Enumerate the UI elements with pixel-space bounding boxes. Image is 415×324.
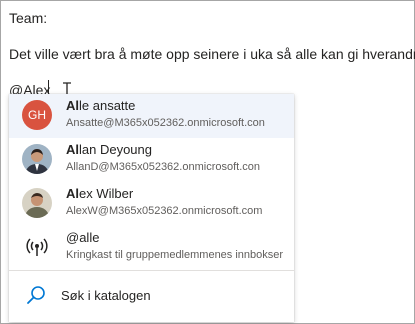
avatar (22, 144, 52, 174)
name-rest: ex Wilber (79, 186, 134, 201)
description-text: Kringkast til gruppemedlemmenes innbokse… (66, 249, 284, 261)
divider (9, 270, 294, 271)
search-icon (27, 286, 45, 304)
match-text: Al (66, 186, 79, 201)
suggestion-alle-broadcast[interactable]: @alle Kringkast til gruppemedlemmenes in… (9, 226, 294, 270)
greeting-text: Team: (9, 10, 48, 26)
avatar: GH (22, 100, 52, 130)
name-rest: lan Deyoung (79, 142, 152, 157)
match-text: Al (66, 142, 79, 157)
search-directory-button[interactable]: Søk i katalogen (9, 278, 294, 314)
name-rest: le ansatte (79, 98, 136, 113)
avatar (22, 188, 52, 218)
suggestion-alex-wilber[interactable]: Alex Wilber AlexW@M365x052362.onmicrosof… (9, 182, 294, 226)
email-text: Ansatte@M365x052362.onmicrosoft.con (66, 117, 265, 129)
suggestion-alle-ansatte[interactable]: GH Alle ansatte Ansatte@M365x052362.onmi… (9, 94, 294, 138)
body-text: Det ville vært bra å møte opp seinere i … (9, 46, 415, 62)
suggestion-allan-deyoung[interactable]: Allan Deyoung AllanD@M365x052362.onmicro… (9, 138, 294, 182)
broadcast-icon (26, 238, 48, 256)
avatar (22, 232, 52, 262)
name-rest: @alle (66, 230, 100, 245)
email-text: AlexW@M365x052362.onmicrosoft.com (66, 205, 263, 217)
mention-suggestions: GH Alle ansatte Ansatte@M365x052362.onmi… (9, 94, 294, 322)
email-text: AllanD@M365x052362.onmicrosoft.con (66, 161, 260, 173)
match-text: Al (66, 98, 79, 113)
search-directory-label: Søk i katalogen (61, 288, 151, 303)
